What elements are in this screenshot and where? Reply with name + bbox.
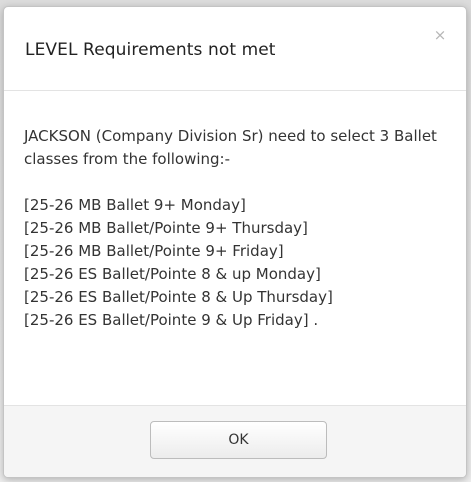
requirement-message: JACKSON (Company Division Sr) need to se… <box>24 127 437 168</box>
class-item: [25-26 ES Ballet/Pointe 8 & up Monday] <box>24 265 321 283</box>
class-item: [25-26 MB Ballet/Pointe 9+ Friday] <box>24 242 284 260</box>
dialog-footer: OK <box>4 406 466 477</box>
ok-button[interactable]: OK <box>150 421 327 459</box>
class-item: [25-26 MB Ballet 9+ Monday] <box>24 196 246 214</box>
requirements-dialog: LEVEL Requirements not met × JACKSON (Co… <box>3 6 467 478</box>
dialog-body: JACKSON (Company Division Sr) need to se… <box>4 91 466 406</box>
dialog-title: LEVEL Requirements not met <box>25 40 276 60</box>
class-list: [25-26 MB Ballet 9+ Monday] [25-26 MB Ba… <box>24 194 446 332</box>
close-icon[interactable]: × <box>432 27 448 43</box>
class-item: [25-26 MB Ballet/Pointe 9+ Thursday] <box>24 219 308 237</box>
class-item: [25-26 ES Ballet/Pointe 9 & Up Friday] . <box>24 311 319 329</box>
dialog-header: LEVEL Requirements not met × <box>4 7 466 91</box>
class-item: [25-26 ES Ballet/Pointe 8 & Up Thursday] <box>24 288 333 306</box>
